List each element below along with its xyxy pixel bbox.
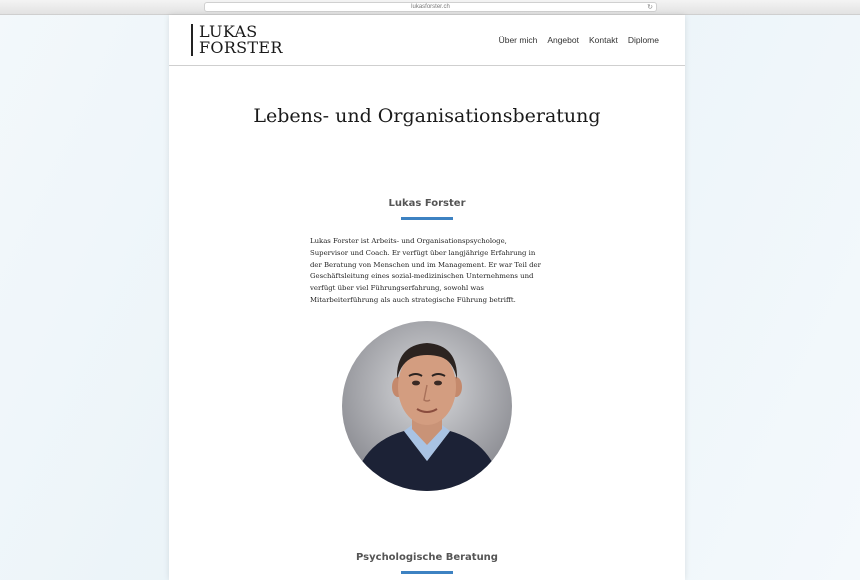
section-heading-psychologische-beratung: Psychologische Beratung [356,552,498,563]
nav-item-angebot[interactable]: Angebot [547,35,579,45]
site-logo[interactable]: LUKAS FORSTER [191,24,283,56]
url-text: lukasforster.ch [411,4,450,10]
portrait-illustration [342,321,512,491]
bio-text: Lukas Forster ist Arbeits- und Organisat… [310,237,541,304]
web-page: LUKAS FORSTER Über mich Angebot Kontakt … [169,15,685,580]
nav-item-kontakt[interactable]: Kontakt [589,35,618,45]
section-heading-underline [401,571,453,574]
nav-item-ueber-mich[interactable]: Über mich [499,35,538,45]
nav-item-diplome[interactable]: Diplome [628,35,659,45]
about-heading-underline [401,217,453,220]
address-bar[interactable]: lukasforster.ch ↻ [204,2,657,12]
main-nav: Über mich Angebot Kontakt Diplome [499,35,659,45]
about-heading: Lukas Forster [388,198,466,209]
reload-icon[interactable]: ↻ [647,3,653,12]
page-title: Lebens- und Organisationsberatung [253,105,601,127]
browser-toolbar: lukasforster.ch ↻ [0,0,860,15]
portrait-photo [342,321,512,491]
site-header: LUKAS FORSTER Über mich Angebot Kontakt … [169,15,685,66]
logo-line-2: FORSTER [199,38,283,57]
